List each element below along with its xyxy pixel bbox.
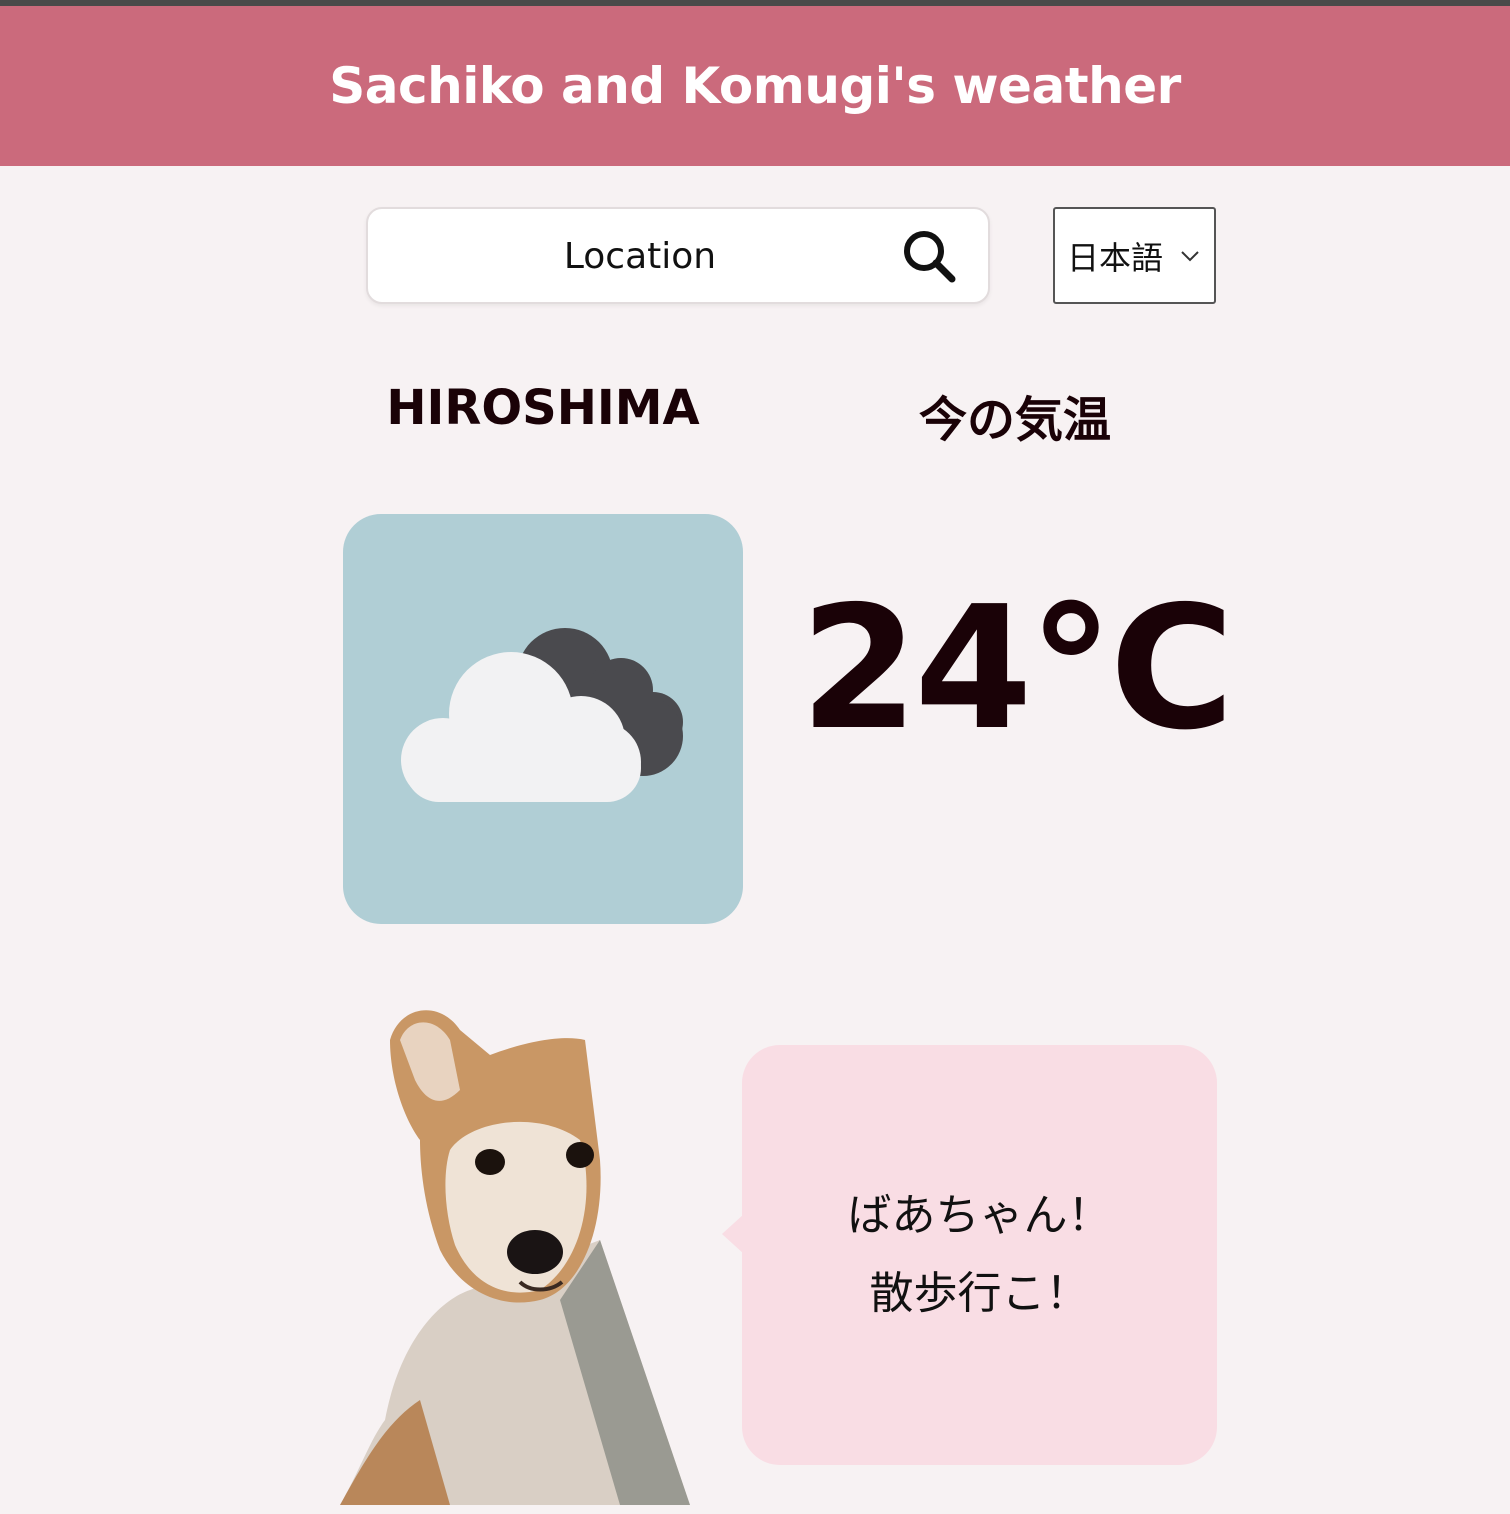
search-button[interactable] xyxy=(898,225,962,289)
speech-bubble-line-1: ばあちゃん！ xyxy=(847,1190,1112,1241)
location-search-input[interactable] xyxy=(388,209,892,304)
header-bar: Sachiko and Komugi's weather xyxy=(0,6,1510,166)
page-title: Sachiko and Komugi's weather xyxy=(329,57,1181,115)
language-selected-value: 日本語 xyxy=(1067,238,1164,277)
search-icon xyxy=(904,231,956,283)
city-name: HIROSHIMA xyxy=(386,380,700,436)
speech-bubble-line-2: 散歩行こ！ xyxy=(869,1268,1090,1319)
dog-image xyxy=(330,1000,700,1510)
chevron-down-icon xyxy=(1181,251,1199,262)
current-temperature: 24℃ xyxy=(800,570,1234,768)
search-box xyxy=(366,207,990,304)
current-temp-label: 今の気温 xyxy=(918,392,1111,448)
cloudy-icon xyxy=(401,628,683,802)
speech-bubble-tail xyxy=(722,1214,744,1254)
speech-bubble: ばあちゃん！ 散歩行こ！ xyxy=(742,1045,1217,1465)
weather-condition-card xyxy=(343,514,743,924)
language-select[interactable]: 日本語 xyxy=(1053,207,1216,304)
